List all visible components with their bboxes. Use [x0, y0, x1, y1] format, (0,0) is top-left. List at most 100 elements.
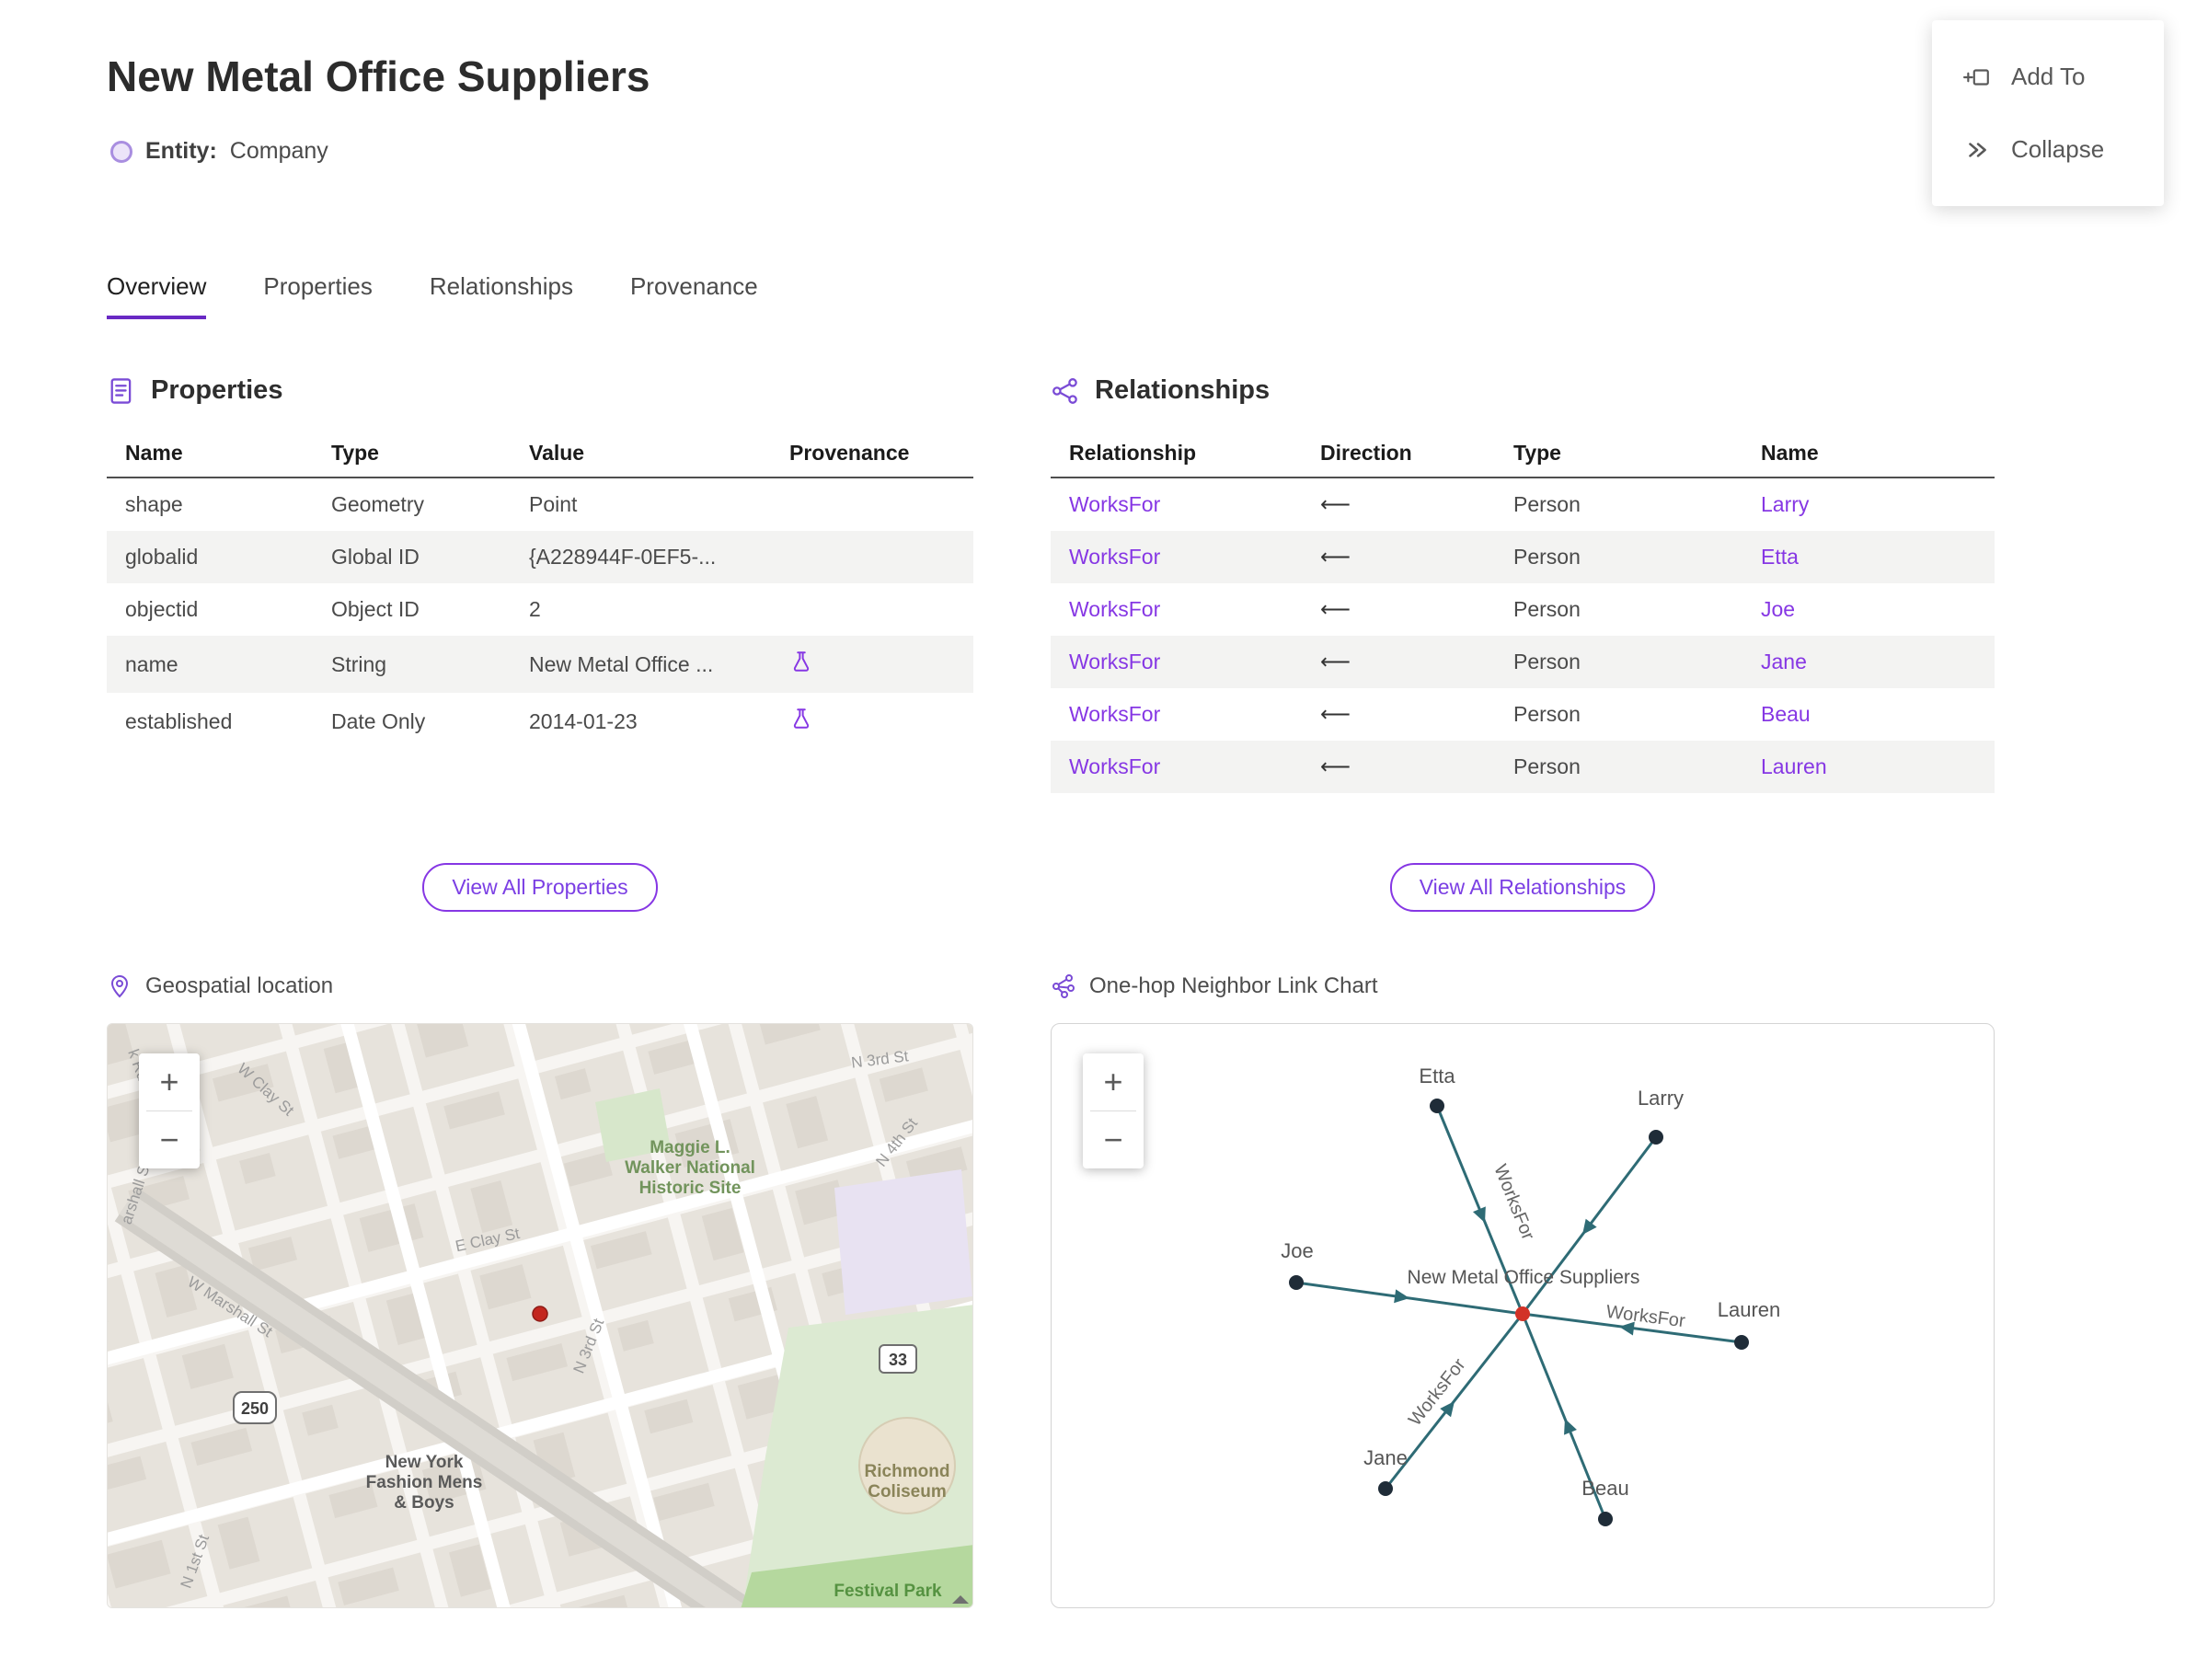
tab-provenance[interactable]: Provenance: [630, 272, 758, 319]
node-center[interactable]: [1515, 1306, 1530, 1321]
collapse-icon: [1969, 142, 1986, 157]
poi-label-ny-fashion: & Boys: [394, 1493, 454, 1513]
poi-area: [834, 1169, 972, 1315]
direction-arrow: ⟵: [1320, 754, 1351, 778]
col-direction: Direction: [1302, 430, 1495, 478]
entity-detail-page: New Metal Office Suppliers Entity: Compa…: [0, 0, 2208, 1680]
node-label-beau: Beau: [1581, 1477, 1628, 1500]
node-label-larry: Larry: [1638, 1087, 1684, 1110]
node-lauren[interactable]: [1734, 1335, 1749, 1350]
edge-label: WorksFor: [1489, 1162, 1538, 1244]
view-all-relationships-wrap: View All Relationships: [1051, 863, 1995, 912]
arrowhead: [1564, 1419, 1577, 1435]
relationships-section-title: Relationships: [1095, 375, 1271, 405]
node-joe[interactable]: [1289, 1275, 1304, 1290]
relationship-row: WorksFor ⟵ Person Lauren: [1051, 741, 1995, 793]
related-entity-link[interactable]: Joe: [1761, 597, 1795, 621]
relationships-section: Relationships Relationship Direction Typ…: [1051, 375, 1995, 793]
poi-label-walker: Historic Site: [639, 1179, 742, 1198]
related-entity-link[interactable]: Jane: [1761, 650, 1807, 673]
property-name: shape: [125, 492, 183, 516]
map-svg: k Rd W Clay St N 3rd St N 4th St E Clay …: [108, 1024, 972, 1607]
properties-section-header: Properties: [107, 375, 973, 406]
link-chart-canvas[interactable]: WorksFor WorksFor WorksFor Etta Larry Jo…: [1051, 1023, 1995, 1608]
link-chart-section-header: One-hop Neighbor Link Chart: [1051, 973, 1998, 999]
poi-label-festival-park: Festival Park: [834, 1582, 942, 1601]
entity-type-icon: [110, 140, 132, 163]
col-rel-type: Type: [1495, 430, 1742, 478]
map-zoom-in-button[interactable]: +: [139, 1053, 200, 1110]
map-attribution-toggle[interactable]: [952, 1587, 969, 1604]
relationship-row: WorksFor ⟵ Person Jane: [1051, 636, 1995, 688]
tab-relationships[interactable]: Relationships: [430, 272, 573, 319]
poi-label-ny-fashion: New York: [385, 1453, 464, 1472]
relationship-type: Person: [1513, 650, 1581, 673]
provenance-flask-icon[interactable]: [789, 707, 813, 731]
relationships-table: Relationship Direction Type Name WorksFo…: [1051, 430, 1995, 793]
relationship-type: Person: [1513, 702, 1581, 726]
entity-label: Entity:: [145, 138, 217, 164]
related-entity-link[interactable]: Beau: [1761, 702, 1811, 726]
property-row: globalid Global ID {A228944F-0EF5-...: [107, 531, 973, 583]
collapse-button[interactable]: Collapse: [1932, 113, 2164, 186]
view-all-properties-button[interactable]: View All Properties: [422, 863, 658, 912]
related-entity-link[interactable]: Etta: [1761, 545, 1799, 569]
related-entity-link[interactable]: Lauren: [1761, 754, 1827, 778]
property-type: Geometry: [331, 492, 424, 516]
link-chart-section-title: One-hop Neighbor Link Chart: [1089, 973, 1378, 998]
entity-type-row: Entity: Company: [110, 138, 328, 165]
view-all-relationships-button[interactable]: View All Relationships: [1389, 863, 1656, 912]
property-provenance-cell: [771, 583, 973, 636]
property-name: name: [125, 651, 178, 676]
relationship-link[interactable]: WorksFor: [1069, 702, 1160, 726]
location-marker[interactable]: [532, 1306, 548, 1322]
property-row: name String New Metal Office ...: [107, 636, 973, 693]
property-value: 2014-01-23: [529, 708, 638, 733]
chart-zoom-in-button[interactable]: +: [1083, 1053, 1144, 1110]
relationship-link[interactable]: WorksFor: [1069, 545, 1160, 569]
col-relationship: Relationship: [1051, 430, 1302, 478]
related-entity-link[interactable]: Larry: [1761, 492, 1809, 516]
relationship-type: Person: [1513, 597, 1581, 621]
chart-zoom-out-button[interactable]: −: [1083, 1111, 1144, 1168]
col-value: Value: [511, 430, 771, 478]
map-canvas[interactable]: k Rd W Clay St N 3rd St N 4th St E Clay …: [107, 1023, 973, 1608]
relationship-type: Person: [1513, 754, 1581, 778]
relationships-header-row: Relationship Direction Type Name: [1051, 430, 1995, 478]
chart-zoom-controls: + −: [1083, 1053, 1144, 1168]
relationship-type: Person: [1513, 545, 1581, 569]
relationship-row: WorksFor ⟵ Person Larry: [1051, 478, 1995, 531]
node-jane[interactable]: [1378, 1481, 1393, 1496]
property-row: objectid Object ID 2: [107, 583, 973, 636]
node-etta[interactable]: [1430, 1099, 1444, 1113]
relationships-section-header: Relationships: [1051, 375, 1995, 406]
properties-header-row: Name Type Value Provenance: [107, 430, 973, 478]
node-beau[interactable]: [1598, 1512, 1613, 1526]
route-shield-250: 250: [233, 1391, 277, 1424]
svg-text:33: 33: [889, 1351, 907, 1369]
relationship-row: WorksFor ⟵ Person Beau: [1051, 688, 1995, 741]
map-zoom-out-button[interactable]: −: [139, 1111, 200, 1168]
relationship-link[interactable]: WorksFor: [1069, 597, 1160, 621]
relationship-link[interactable]: WorksFor: [1069, 650, 1160, 673]
relationship-link[interactable]: WorksFor: [1069, 492, 1160, 516]
map-pin-icon: [110, 974, 129, 998]
arrowhead: [1472, 1206, 1486, 1223]
property-value: {A228944F-0EF5-...: [529, 545, 717, 569]
node-larry[interactable]: [1649, 1130, 1663, 1145]
provenance-flask-icon[interactable]: [789, 650, 813, 673]
node-label-etta: Etta: [1419, 1064, 1455, 1087]
node-label-jane: Jane: [1363, 1446, 1408, 1469]
property-provenance-cell: [771, 531, 973, 583]
col-name: Name: [107, 430, 313, 478]
tab-properties[interactable]: Properties: [263, 272, 373, 319]
properties-icon: [110, 377, 132, 404]
tab-overview[interactable]: Overview: [107, 272, 207, 319]
view-all-properties-wrap: View All Properties: [107, 863, 973, 912]
add-to-button[interactable]: Add To: [1932, 40, 2164, 113]
relationship-link[interactable]: WorksFor: [1069, 754, 1160, 778]
direction-arrow: ⟵: [1320, 702, 1351, 726]
add-to-label: Add To: [2011, 63, 2086, 90]
relationship-row: WorksFor ⟵ Person Joe: [1051, 583, 1995, 636]
page-title: New Metal Office Suppliers: [107, 52, 650, 100]
